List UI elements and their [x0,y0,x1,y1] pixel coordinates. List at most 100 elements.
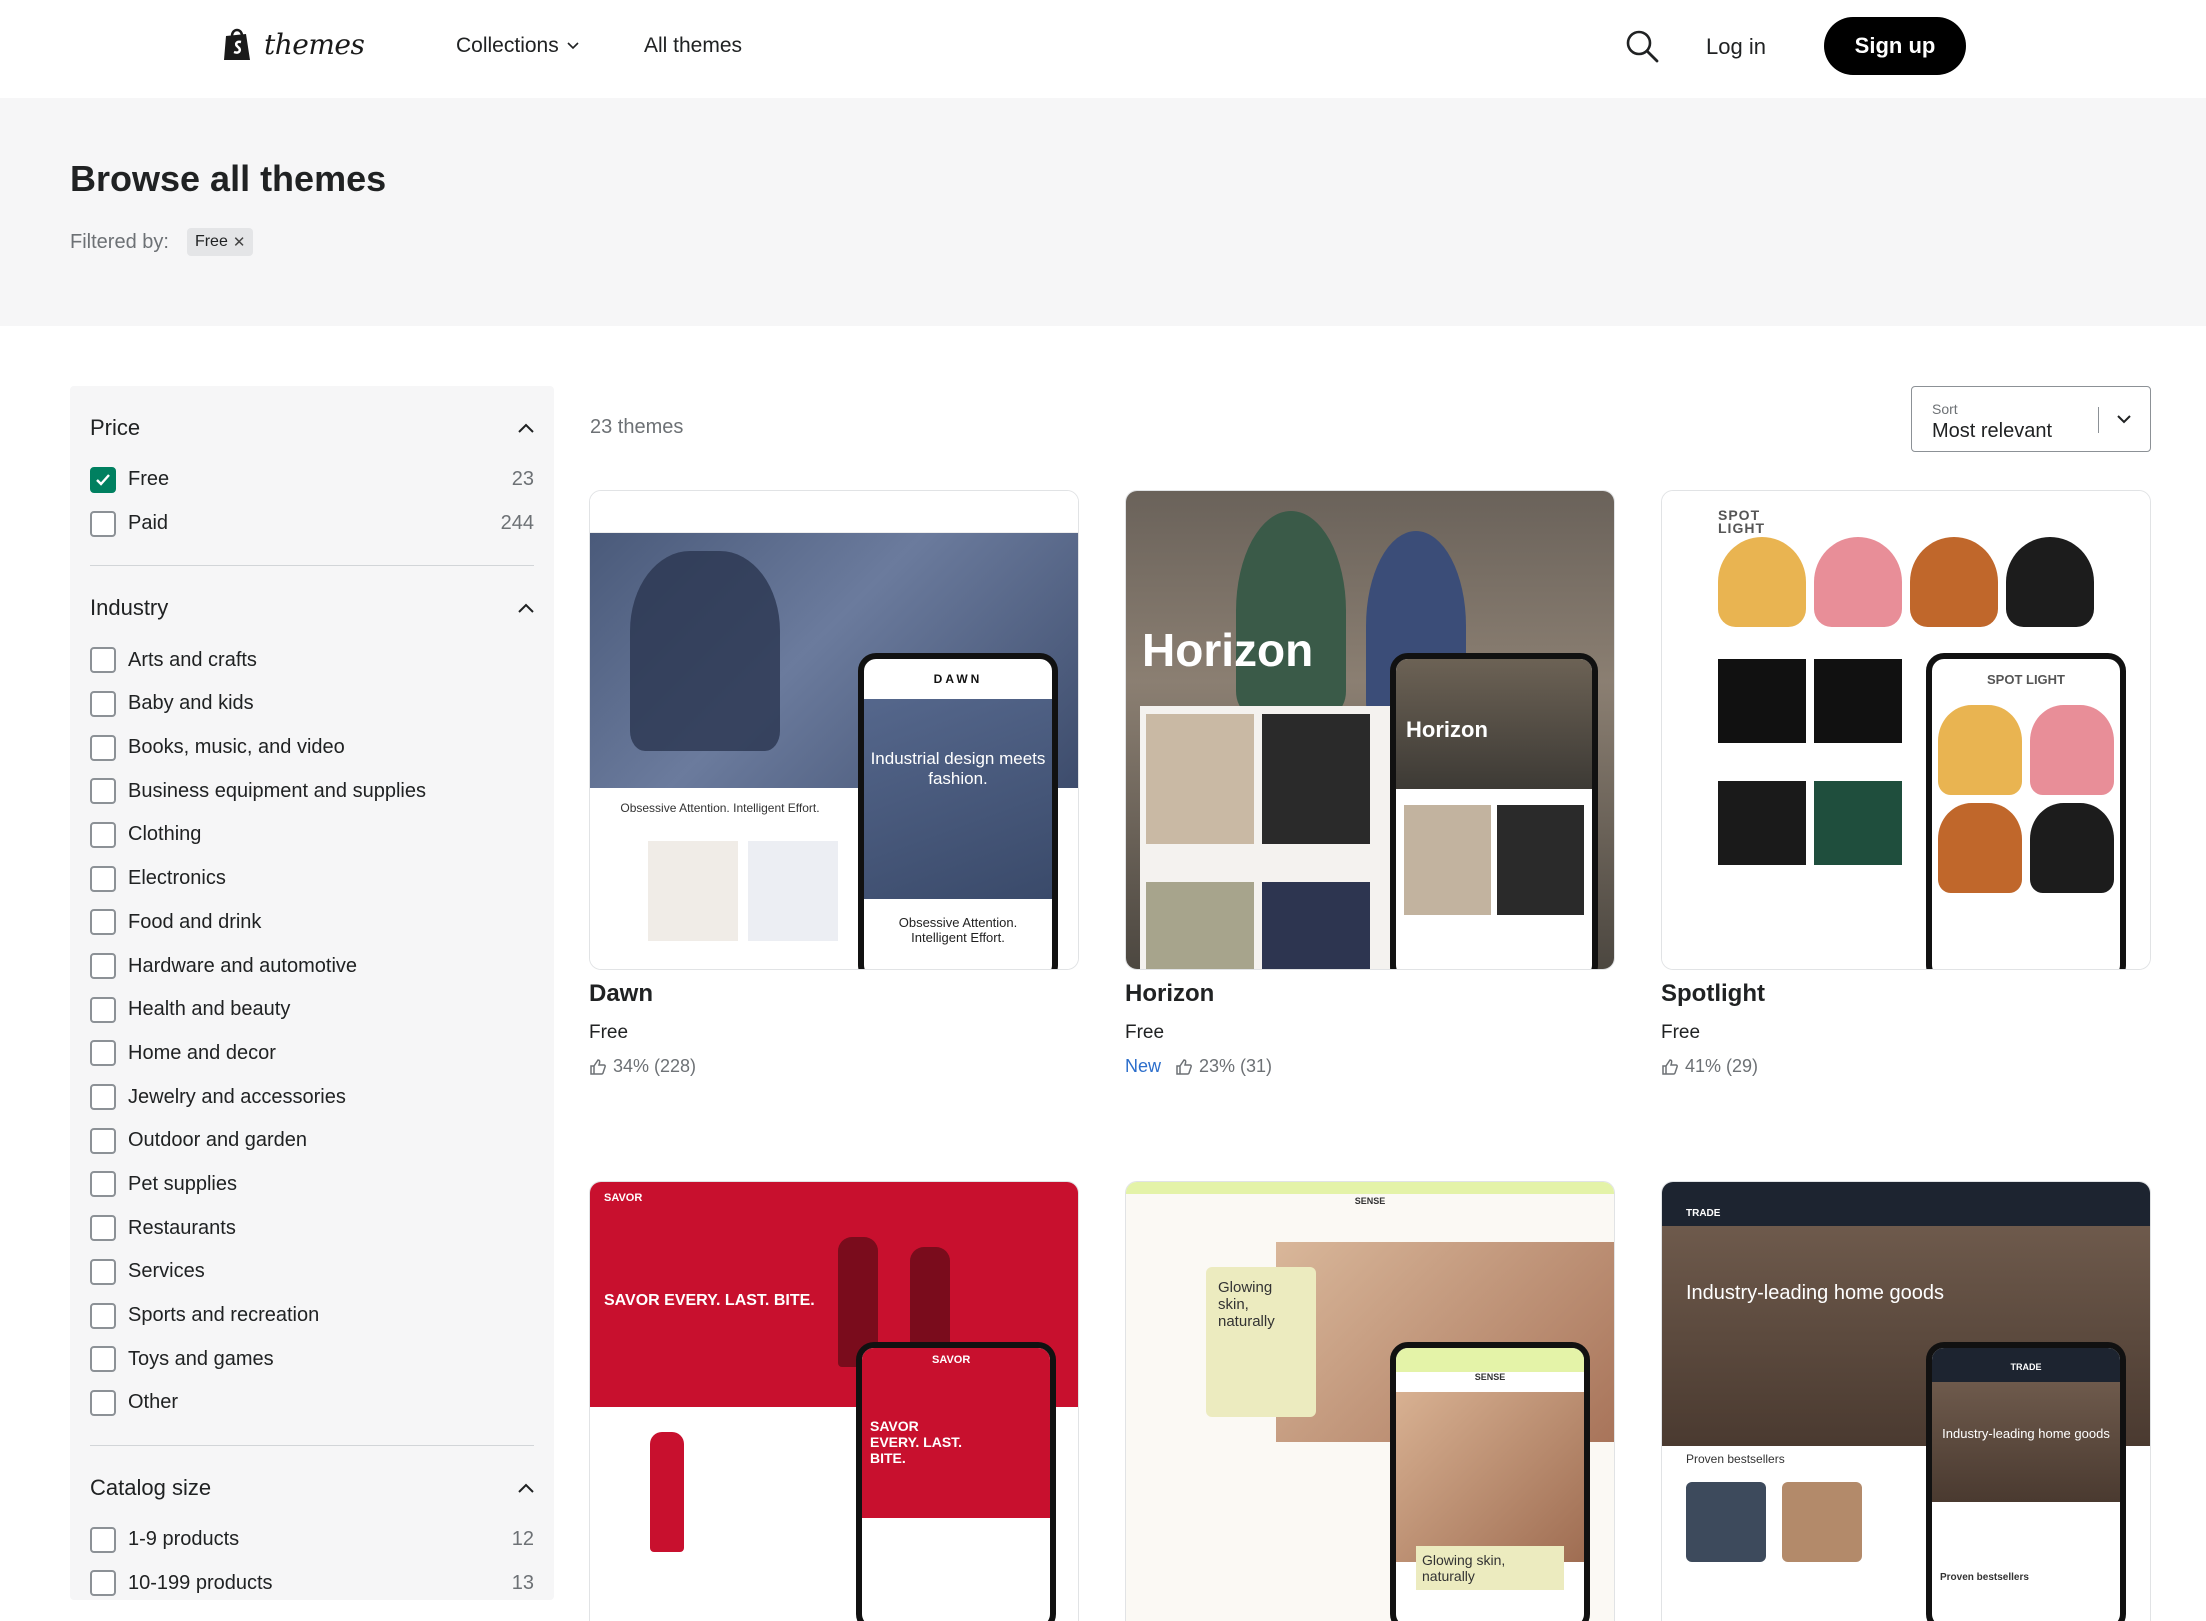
filter-option-industry[interactable]: Other [90,1381,534,1425]
phone-brand: TRADE [1932,1348,2120,1382]
preview-headline: SAVOR EVERY. LAST. BITE. [604,1292,815,1309]
checkbox[interactable] [90,1389,116,1416]
phone-headline: Glowing skin, naturally [1416,1546,1564,1590]
checkbox[interactable] [90,734,116,761]
filter-title: Industry [90,595,169,621]
checkbox[interactable] [90,466,116,493]
filter-option-industry[interactable]: Health and beauty [90,988,534,1032]
theme-thumbnail[interactable]: Obsessive Attention. Intelligent Effort.… [589,490,1079,970]
hero-section: Browse all themes Filtered by: Free ✕ [0,98,2206,326]
theme-thumbnail[interactable]: TRADE Industry-leading home goods Proven… [1661,1181,2151,1621]
filter-option-industry[interactable]: Business equipment and supplies [90,769,534,813]
shopify-themes-logo[interactable]: themes [222,26,365,62]
theme-card-sense[interactable]: SENSE Glowing skin, naturally SENSE Glow… [1125,1181,1615,1621]
checkbox[interactable] [90,1570,116,1597]
filter-option-industry[interactable]: Arts and crafts [90,638,534,682]
preview-product [1146,882,1254,969]
preview-product-grid [1140,706,1390,969]
theme-card-trade[interactable]: TRADE Industry-leading home goods Proven… [1661,1181,2151,1621]
close-icon[interactable]: ✕ [233,233,246,251]
check-icon [96,474,110,486]
theme-name[interactable]: Horizon [1125,980,1615,1008]
filter-option-industry[interactable]: Hardware and automotive [90,944,534,988]
filter-option-industry[interactable]: Books, music, and video [90,726,534,770]
option-label: 1-9 products [128,1528,240,1551]
search-icon[interactable] [1624,28,1660,64]
nav-all-themes[interactable]: All themes [644,34,742,58]
preview-phone: Horizon [1390,653,1598,969]
checkbox[interactable] [90,1215,116,1242]
filter-option-industry[interactable]: Baby and kids [90,682,534,726]
active-filters: Filtered by: Free ✕ [70,228,254,256]
checkbox[interactable] [90,1526,116,1553]
filter-option-industry[interactable]: Food and drink [90,901,534,945]
login-link[interactable]: Log in [1706,34,1766,60]
theme-card-savor[interactable]: SAVOR SAVOR EVERY. LAST. BITE. SAVOR SAV… [589,1181,1079,1621]
checkbox[interactable] [90,865,116,892]
filter-option-industry[interactable]: Home and decor [90,1032,534,1076]
filter-option-industry[interactable]: Outdoor and garden [90,1119,534,1163]
filter-option-catalog[interactable]: 1-9 products 12 [90,1518,534,1562]
phone-headline: Horizon [1406,717,1488,742]
checkbox[interactable] [90,821,116,848]
checkbox[interactable] [90,1346,116,1373]
theme-card-horizon[interactable]: Horizon Horizon Horizon Free New 23% (31… [1125,490,1615,1077]
savor-preview-art: SAVOR SAVOR EVERY. LAST. BITE. SAVOR SAV… [590,1182,1078,1621]
preview-phone: SENSE Glowing skin, naturally [1390,1342,1590,1621]
checkbox[interactable] [90,647,116,674]
filter-option-industry[interactable]: Electronics [90,857,534,901]
filter-option-industry[interactable]: Restaurants [90,1206,534,1250]
checkbox[interactable] [90,1171,116,1198]
theme-card-spotlight[interactable]: SPOT LIGHT SPOT LIGHT Spotlight Free 41%… [1661,490,2151,1077]
filter-option-catalog[interactable]: 10-199 products 13 [90,1561,534,1600]
preview-cap [1718,537,1806,627]
preview-headline: Industry-leading home goods [1686,1282,1944,1304]
checkbox[interactable] [90,1040,116,1067]
theme-name[interactable]: Dawn [589,980,1079,1008]
preview-phone: SPOT LIGHT [1926,653,2126,969]
checkbox[interactable] [90,1127,116,1154]
checkbox[interactable] [90,510,116,537]
filter-option-free[interactable]: Free 23 [90,458,534,502]
checkbox[interactable] [90,1302,116,1329]
checkbox[interactable] [90,1084,116,1111]
checkbox[interactable] [90,953,116,980]
sort-select[interactable]: Sort Most relevant [1911,386,2151,452]
filter-option-industry[interactable]: Toys and games [90,1337,534,1381]
filter-header-catalog-size[interactable]: Catalog size [90,1470,534,1506]
preview-product [748,841,838,941]
checkbox[interactable] [90,909,116,936]
theme-card-dawn[interactable]: Obsessive Attention. Intelligent Effort.… [589,490,1079,1077]
preview-cap [2030,803,2114,893]
preview-headline: Horizon [1142,624,1314,676]
filter-option-industry[interactable]: Services [90,1250,534,1294]
logo-text: themes [264,27,365,61]
sort-label: Sort [1932,401,1958,417]
theme-thumbnail[interactable]: SENSE Glowing skin, naturally SENSE Glow… [1125,1181,1615,1621]
filtered-by-label: Filtered by: [70,230,169,253]
filter-option-industry[interactable]: Clothing [90,813,534,857]
preview-brand: SPOT LIGHT [1718,507,1765,536]
option-label: Services [128,1260,205,1283]
filter-header-industry[interactable]: Industry [90,590,534,626]
theme-thumbnail[interactable]: SPOT LIGHT SPOT LIGHT [1661,490,2151,970]
theme-name[interactable]: Spotlight [1661,980,2151,1008]
option-label: Other [128,1391,179,1414]
signup-button[interactable]: Sign up [1824,17,1966,75]
filter-header-price[interactable]: Price [90,410,534,446]
theme-thumbnail[interactable]: SAVOR SAVOR EVERY. LAST. BITE. SAVOR SAV… [589,1181,1079,1621]
checkbox[interactable] [90,778,116,805]
preview-cap [1938,705,2022,795]
filter-group-catalog-size: Catalog size 1-9 products 12 10-199 prod… [90,1446,534,1600]
rating-value: 23% (31) [1199,1056,1273,1076]
filter-option-industry[interactable]: Sports and recreation [90,1294,534,1338]
checkbox[interactable] [90,1258,116,1285]
filter-option-industry[interactable]: Pet supplies [90,1163,534,1207]
filter-option-paid[interactable]: Paid 244 [90,502,534,546]
theme-thumbnail[interactable]: Horizon Horizon [1125,490,1615,970]
checkbox[interactable] [90,690,116,717]
checkbox[interactable] [90,996,116,1023]
nav-collections[interactable]: Collections [456,34,579,58]
filter-chip-free[interactable]: Free ✕ [186,228,254,256]
filter-option-industry[interactable]: Jewelry and accessories [90,1075,534,1119]
